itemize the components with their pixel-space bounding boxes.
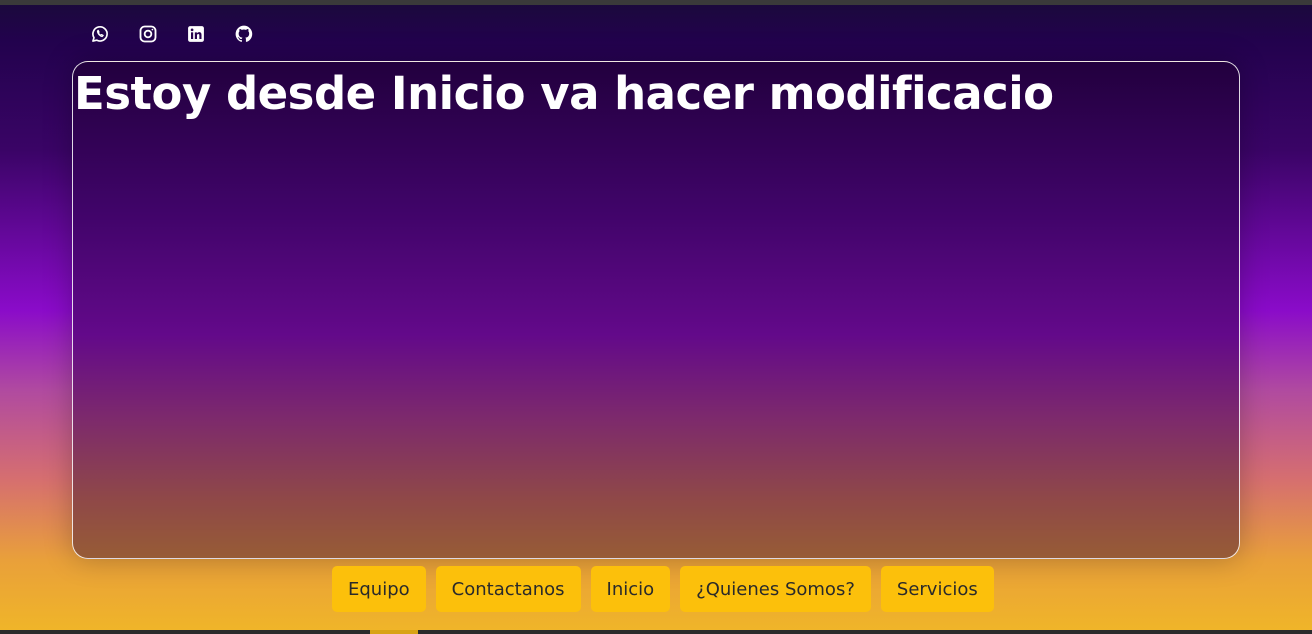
- nav-button-inicio[interactable]: Inicio: [590, 566, 671, 612]
- github-icon: [235, 25, 253, 42]
- hero-panel: Estoy desde Inicio va hacer modificacio: [72, 61, 1240, 559]
- scroll-indicator: [370, 630, 418, 634]
- whatsapp-link[interactable]: [88, 22, 112, 46]
- social-links-bar: [88, 22, 256, 46]
- github-link[interactable]: [232, 22, 256, 46]
- window-top-strip: [0, 0, 1312, 5]
- linkedin-link[interactable]: [184, 22, 208, 46]
- window-bottom-strip: [0, 630, 1312, 634]
- linkedin-icon: [188, 26, 204, 42]
- whatsapp-icon: [92, 26, 108, 42]
- nav-button-servicios[interactable]: Servicios: [880, 566, 994, 612]
- nav-button-quienes-somos[interactable]: ¿Quienes Somos?: [680, 566, 871, 612]
- nav-button-equipo[interactable]: Equipo: [332, 566, 426, 612]
- bottom-nav: Equipo Contactanos Inicio ¿Quienes Somos…: [332, 566, 994, 612]
- page-title: Estoy desde Inicio va hacer modificacio: [74, 67, 1054, 120]
- nav-button-contactanos[interactable]: Contactanos: [435, 566, 581, 612]
- instagram-link[interactable]: [136, 22, 160, 46]
- instagram-icon: [139, 25, 157, 43]
